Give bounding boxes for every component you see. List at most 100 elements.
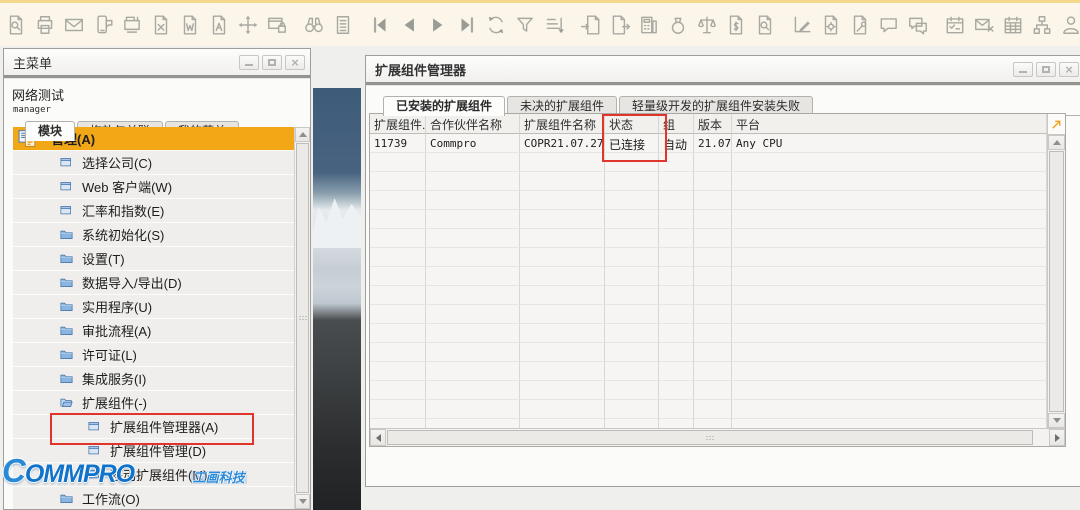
- money-bag-icon[interactable]: [667, 14, 689, 36]
- scroll-down-button[interactable]: [295, 494, 310, 509]
- record-list-icon[interactable]: [332, 14, 354, 36]
- column-header[interactable]: 平台: [732, 114, 1047, 134]
- lock-screen-icon[interactable]: [266, 14, 288, 36]
- payment-means-icon[interactable]: [638, 14, 660, 36]
- toolbar-icons: [5, 14, 1080, 36]
- gross-profit-icon[interactable]: [725, 14, 747, 36]
- cell: [426, 153, 520, 172]
- cell: [520, 343, 605, 362]
- fax-icon[interactable]: [121, 14, 143, 36]
- menu-item[interactable]: 系统初始化(S): [13, 223, 294, 247]
- column-header[interactable]: 合作伙伴名称: [426, 114, 520, 134]
- close-button[interactable]: [285, 55, 305, 70]
- addon-titlebar[interactable]: 扩展组件管理器: [366, 56, 1080, 82]
- cell: Any CPU: [732, 134, 1047, 153]
- cell: [520, 191, 605, 210]
- addon-tab-1[interactable]: 已安装的扩展组件: [383, 96, 505, 116]
- edit-chart-icon[interactable]: [791, 14, 813, 36]
- column-header[interactable]: 扩展组件...: [370, 114, 426, 134]
- cell: [732, 419, 1047, 428]
- menu-item[interactable]: 审批流程(A): [13, 319, 294, 343]
- org-chart-icon[interactable]: [1031, 14, 1053, 36]
- menu-item[interactable]: 扩展组件管理器(A): [13, 415, 294, 439]
- mobile-application-icon[interactable]: [92, 14, 114, 36]
- last-record-icon[interactable]: [456, 14, 478, 36]
- table-row[interactable]: 11739CommproCOPR21.07.27.15已连接自动21.07.27…: [370, 134, 1047, 153]
- user-icon[interactable]: [1060, 14, 1080, 36]
- menu-item[interactable]: 扩展组件(-): [13, 391, 294, 415]
- task-checklist-icon[interactable]: [944, 14, 966, 36]
- cell: [426, 172, 520, 191]
- next-record-icon[interactable]: [427, 14, 449, 36]
- document-import-icon[interactable]: [580, 14, 602, 36]
- column-header[interactable]: 版本: [694, 114, 732, 134]
- scroll-right-button[interactable]: [1049, 429, 1065, 446]
- menu-item[interactable]: 实用程序(U): [13, 295, 294, 319]
- desktop-wallpaper: [313, 88, 361, 510]
- calendar-icon[interactable]: [1002, 14, 1024, 36]
- maximize-button[interactable]: [1036, 62, 1056, 77]
- export-word-icon[interactable]: [179, 14, 201, 36]
- table-row-empty: [370, 267, 1047, 286]
- preview-document-icon[interactable]: [5, 14, 27, 36]
- form-settings-icon[interactable]: [820, 14, 842, 36]
- table-horizontal-scrollbar[interactable]: [370, 428, 1065, 446]
- cell: 21.07.27: [694, 134, 732, 153]
- volume-weight-icon[interactable]: [696, 14, 718, 36]
- column-header[interactable]: 状态: [605, 114, 659, 134]
- scroll-up-button[interactable]: [1048, 135, 1065, 150]
- cell: [520, 210, 605, 229]
- document-tools-icon[interactable]: [849, 14, 871, 36]
- folder-icon: [59, 347, 82, 362]
- main-menu-tab-1[interactable]: 模块: [25, 121, 75, 141]
- menu-item[interactable]: Web 客户端(W): [13, 175, 294, 199]
- menu-item[interactable]: 汇率和指数(E): [13, 199, 294, 223]
- refresh-record-icon[interactable]: [485, 14, 507, 36]
- previous-record-icon[interactable]: [398, 14, 420, 36]
- launch-application-icon[interactable]: [237, 14, 259, 36]
- cell: [659, 305, 694, 324]
- export-excel-icon[interactable]: [150, 14, 172, 36]
- find-icon[interactable]: [303, 14, 325, 36]
- scroll-up-button[interactable]: [295, 127, 310, 142]
- email-icon[interactable]: [63, 14, 85, 36]
- document-query-icon[interactable]: [754, 14, 776, 36]
- addon-table: 扩展组件...合作伙伴名称扩展组件名称状态组版本平台 11739CommproC…: [369, 113, 1066, 447]
- main-menu-area: 管理(A)选择公司(C)Web 客户端(W)汇率和指数(E)系统初始化(S)设置…: [13, 127, 310, 509]
- menu-item[interactable]: 集成服务(I): [13, 367, 294, 391]
- mail-alert-icon[interactable]: [973, 14, 995, 36]
- column-header[interactable]: 组: [659, 114, 694, 134]
- table-vertical-scrollbar[interactable]: [1047, 114, 1065, 428]
- cell: [605, 229, 659, 248]
- cell: [659, 191, 694, 210]
- print-icon[interactable]: [34, 14, 56, 36]
- filter-table-icon[interactable]: [514, 14, 536, 36]
- scrollbar-thumb[interactable]: [387, 430, 1033, 445]
- menu-item[interactable]: 许可证(L): [13, 343, 294, 367]
- minimize-button[interactable]: [239, 55, 259, 70]
- main-menu-titlebar[interactable]: 主菜单: [4, 49, 310, 75]
- menu-item-label: 汇率和指数(E): [82, 201, 164, 220]
- cell: [520, 305, 605, 324]
- expand-grid-button[interactable]: [1048, 114, 1065, 135]
- first-record-icon[interactable]: [369, 14, 391, 36]
- maximize-button[interactable]: [262, 55, 282, 70]
- menu-item[interactable]: 工作流(O): [13, 487, 294, 509]
- close-button[interactable]: [1059, 62, 1079, 77]
- message-icon[interactable]: [878, 14, 900, 36]
- menu-item[interactable]: 选择公司(C): [13, 151, 294, 175]
- export-pdf-icon[interactable]: [208, 14, 230, 36]
- menu-item[interactable]: 数据导入/导出(D): [13, 271, 294, 295]
- scroll-down-button[interactable]: [1048, 413, 1065, 428]
- document-export-icon[interactable]: [609, 14, 631, 36]
- scroll-left-button[interactable]: [370, 429, 386, 446]
- cell: [659, 362, 694, 381]
- sort-table-icon[interactable]: [543, 14, 565, 36]
- minimize-button[interactable]: [1013, 62, 1033, 77]
- menu-item[interactable]: 设置(T): [13, 247, 294, 271]
- scrollbar-thumb[interactable]: [296, 143, 309, 493]
- scrollbar-thumb[interactable]: [1049, 151, 1064, 412]
- conversation-icon[interactable]: [907, 14, 929, 36]
- main-menu-scrollbar[interactable]: [294, 127, 310, 509]
- column-header[interactable]: 扩展组件名称: [520, 114, 605, 134]
